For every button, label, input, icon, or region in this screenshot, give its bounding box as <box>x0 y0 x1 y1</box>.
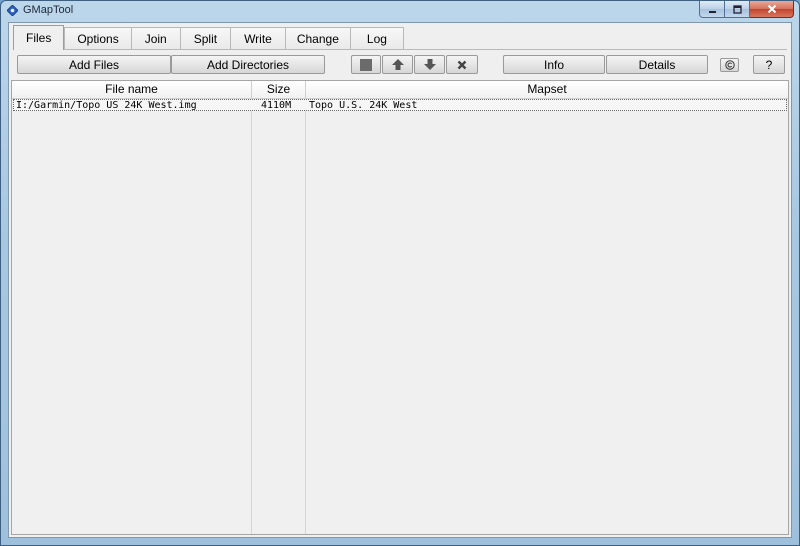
copyright-button[interactable] <box>720 58 739 72</box>
close-button[interactable] <box>750 1 794 18</box>
column-header-size[interactable]: Size <box>252 81 306 98</box>
app-window: GMapTool Files Options Join Split Write … <box>0 0 800 546</box>
tab-bar: Files Options Join Split Write Change Lo… <box>13 25 404 50</box>
column-header-file-name[interactable]: File name <box>12 81 252 98</box>
tab-files[interactable]: Files <box>13 25 65 50</box>
tab-options[interactable]: Options <box>64 27 131 50</box>
file-table[interactable]: File name Size Mapset I:/Garmin/Topo US … <box>11 80 789 535</box>
minimize-icon <box>708 10 716 13</box>
column-divider <box>305 98 306 534</box>
move-down-button[interactable] <box>414 55 445 74</box>
tab-join[interactable]: Join <box>130 27 180 50</box>
details-label: Details <box>638 57 676 72</box>
add-directories-button[interactable]: Add Directories <box>171 55 325 74</box>
arrow-down-icon <box>423 59 436 70</box>
tab-write[interactable]: Write <box>230 27 285 50</box>
copyright-icon <box>724 60 735 70</box>
add-directories-label: Add Directories <box>206 57 290 72</box>
move-up-button[interactable] <box>382 55 413 74</box>
tab-split[interactable]: Split <box>179 27 231 50</box>
tab-change[interactable]: Change <box>284 27 350 50</box>
maximize-icon <box>732 4 742 14</box>
client-area: Files Options Join Split Write Change Lo… <box>8 22 792 538</box>
info-button[interactable]: Info <box>503 55 605 74</box>
column-divider <box>251 98 252 534</box>
table-header: File name Size Mapset <box>12 81 788 99</box>
remove-button[interactable] <box>446 55 478 74</box>
tab-log[interactable]: Log <box>349 27 404 50</box>
app-icon <box>7 5 18 16</box>
details-button[interactable]: Details <box>606 55 708 74</box>
add-files-button[interactable]: Add Files <box>17 55 171 74</box>
info-label: Info <box>543 57 564 72</box>
cell-size: 4110M <box>261 100 292 111</box>
title-bar[interactable]: GMapTool <box>1 1 799 21</box>
minimize-button[interactable] <box>699 1 725 18</box>
cell-file-name: I:/Garmin/Topo US 24K West.img <box>16 100 197 111</box>
arrow-up-icon <box>391 59 404 70</box>
table-row[interactable]: I:/Garmin/Topo US 24K West.img 4110M Top… <box>13 99 787 111</box>
column-header-mapset[interactable]: Mapset <box>306 81 788 98</box>
x-icon <box>457 60 467 69</box>
help-label: ? <box>765 57 773 72</box>
stop-button[interactable] <box>351 55 381 74</box>
window-title: GMapTool <box>23 4 74 16</box>
maximize-button[interactable] <box>725 1 750 18</box>
add-files-label: Add Files <box>68 57 120 72</box>
close-icon <box>767 4 776 14</box>
cell-mapset: Topo U.S. 24K West <box>309 100 418 111</box>
help-button[interactable]: ? <box>753 55 785 74</box>
stop-icon <box>360 58 372 71</box>
tab-divider <box>13 49 787 50</box>
